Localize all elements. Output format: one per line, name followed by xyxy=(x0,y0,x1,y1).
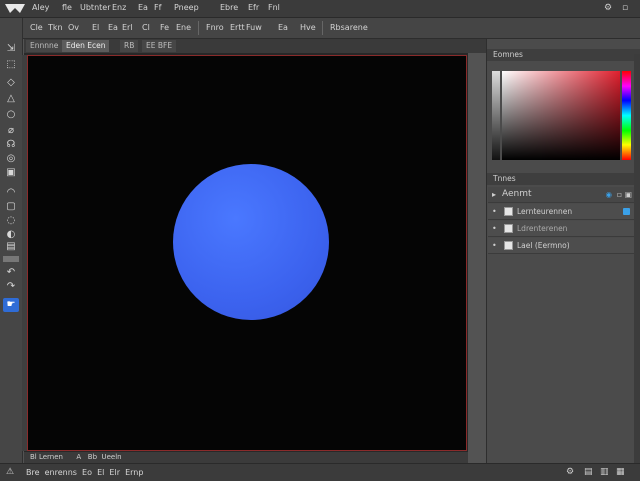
color-panel-title: Eomnes xyxy=(493,50,523,59)
chevron-down-icon[interactable]: ▸ xyxy=(492,187,496,202)
layer-thumbnail xyxy=(504,241,513,250)
layer-name: Lael (Eermno) xyxy=(517,241,570,250)
lock-icon[interactable]: ▫ xyxy=(617,187,622,202)
eraser-icon[interactable]: ▢ xyxy=(3,200,19,214)
active-layer-indicator xyxy=(623,208,630,215)
layer-thumbnail xyxy=(504,207,513,216)
close-icon[interactable]: ▫ xyxy=(622,3,628,13)
visibility-icon[interactable]: • xyxy=(492,204,497,219)
eyedropper-icon[interactable]: ⌀ xyxy=(3,124,19,138)
tools-panel: ⇲ ⬚ ◇ △ ○ ⌀ ☊ ◎ ▣ ◠ ▢ ◌ ◐ ▤ ↶ ↷ ☛ xyxy=(0,18,23,464)
document-tabs: Ennnne Eden Ecen RB EE BFE xyxy=(24,39,486,53)
option-0[interactable]: Cle xyxy=(30,23,43,32)
tab-2[interactable]: RB xyxy=(120,40,139,52)
blue-circle-shape[interactable] xyxy=(173,164,329,320)
hand-icon[interactable]: ☛ xyxy=(3,298,19,312)
window-icon[interactable]: ▦ xyxy=(616,467,625,477)
option-7[interactable]: Fe xyxy=(160,23,169,32)
tab-1[interactable]: Eden Ecen xyxy=(62,40,110,52)
minimize-icon[interactable]: ⚙ xyxy=(604,3,612,13)
menu-item-8[interactable]: Efr xyxy=(248,3,259,12)
visibility-icon[interactable]: • xyxy=(492,221,497,236)
menu-item-9[interactable]: Fnl xyxy=(268,3,280,12)
move-icon[interactable]: ⇲ xyxy=(3,42,19,56)
heal-icon[interactable]: ☊ xyxy=(3,138,19,152)
brush-icon[interactable]: ◎ xyxy=(3,152,19,166)
menu-item-7[interactable]: Ebre xyxy=(220,3,238,12)
layer-name: Ldrenterenen xyxy=(517,224,568,233)
app-logo-icon[interactable] xyxy=(4,2,26,14)
grid-icon[interactable]: ▤ xyxy=(584,467,593,477)
layers-panel-title: Tnnes xyxy=(493,174,516,183)
status-text: Bre enrenns Eo El Elr Ernp xyxy=(26,468,144,477)
menu-bar: Aley fle Ubtnter Enz Ea Ff Pneep Ebre Ef… xyxy=(0,0,640,18)
menu-item-0[interactable]: Aley xyxy=(32,3,49,12)
layer-row[interactable]: • Lael (Eermno) xyxy=(488,238,634,254)
option-11[interactable]: Fuw xyxy=(246,23,262,32)
layers-header-label: Aenmt xyxy=(502,189,532,199)
hue-slider[interactable] xyxy=(622,71,631,160)
option-3[interactable]: El xyxy=(92,23,99,32)
stamp-icon[interactable]: ▣ xyxy=(3,166,19,180)
dodge-icon[interactable]: ▤ xyxy=(3,240,19,254)
option-2[interactable]: Ov xyxy=(68,23,79,32)
triangle-icon[interactable]: △ xyxy=(3,92,19,106)
link-icon[interactable]: ◉ xyxy=(605,187,612,202)
gradient-icon[interactable]: ◌ xyxy=(3,214,19,228)
option-12[interactable]: Ea xyxy=(278,23,288,32)
menu-item-6[interactable]: Pneep xyxy=(174,3,199,12)
info-icon[interactable]: ⚠ xyxy=(6,467,14,477)
divider xyxy=(322,21,323,35)
document-status: Bl Lernen A Bb Ueeln xyxy=(24,452,468,463)
crop-icon[interactable]: ○ xyxy=(3,108,19,122)
option-9[interactable]: Fnro xyxy=(206,23,224,32)
menu-item-2[interactable]: Ubtnter xyxy=(80,3,111,12)
divider xyxy=(198,21,199,35)
menu-item-1[interactable]: fle xyxy=(62,3,72,12)
layout-icon[interactable]: ▥ xyxy=(600,467,609,477)
document-status-text: Bl Lernen A Bb Ueeln xyxy=(30,453,122,461)
history-icon[interactable]: ◠ xyxy=(3,186,19,200)
option-4[interactable]: Ea xyxy=(108,23,118,32)
pen-icon[interactable]: ↶ xyxy=(3,266,19,280)
option-6[interactable]: Cl xyxy=(142,23,150,32)
layer-row[interactable]: • Ldrenterenen xyxy=(488,221,634,237)
menu-item-5[interactable]: Ff xyxy=(154,3,161,12)
layer-row[interactable]: • Lernteurennen xyxy=(488,204,634,220)
lasso-icon[interactable]: ◇ xyxy=(3,76,19,90)
options-bar: ⌂ Cle Tkn Ov El Ea Erl Cl Fe Ene Fnro Er… xyxy=(0,18,640,39)
document-canvas[interactable] xyxy=(27,55,467,451)
saturation-slider[interactable] xyxy=(492,71,500,160)
option-14[interactable]: Rbsarene xyxy=(330,23,368,32)
option-5[interactable]: Erl xyxy=(122,23,133,32)
new-layer-icon[interactable]: ▣ xyxy=(625,187,632,202)
menu-item-4[interactable]: Ea xyxy=(138,3,148,12)
settings-icon[interactable]: ⚙ xyxy=(566,467,574,477)
option-13[interactable]: Hve xyxy=(300,23,316,32)
visibility-icon[interactable]: • xyxy=(492,238,497,253)
bottom-status-bar: ⚠ Bre enrenns Eo El Elr Ernp ⚙ ▤ ▥ ▦ xyxy=(0,463,640,481)
option-1[interactable]: Tkn xyxy=(48,23,63,32)
swatch-divider xyxy=(3,256,19,262)
layer-name: Lernteurennen xyxy=(517,207,573,216)
tab-0[interactable]: Ennnne xyxy=(26,40,63,52)
layer-thumbnail xyxy=(504,224,513,233)
layers-toolbar: ▸ Aenmt ◉ ▫ ▣ xyxy=(488,187,634,203)
option-10[interactable]: Ertt xyxy=(230,23,245,32)
select-icon[interactable]: ⬚ xyxy=(3,58,19,72)
option-8[interactable]: Ene xyxy=(176,23,191,32)
color-picker-field[interactable] xyxy=(502,71,620,160)
tab-3[interactable]: EE BFE xyxy=(142,40,177,52)
panel-scrollbar[interactable] xyxy=(634,54,640,463)
menu-item-3[interactable]: Enz xyxy=(112,3,126,12)
layers-panel-header[interactable]: Tnnes xyxy=(487,173,640,185)
color-panel-header[interactable]: Eomnes xyxy=(487,49,640,61)
type-icon[interactable]: ↷ xyxy=(3,280,19,294)
